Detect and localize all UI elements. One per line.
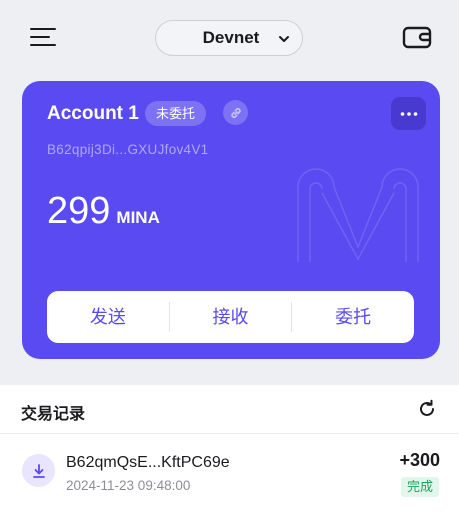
transaction-time: 2024-11-23 09:48:00: [66, 478, 191, 493]
send-button[interactable]: 发送: [47, 291, 169, 343]
transaction-address: B62qmQsE...KftPC69e: [66, 454, 230, 471]
network-select[interactable]: Devnet: [155, 20, 303, 56]
balance-unit: MINA: [116, 208, 160, 227]
receive-button[interactable]: 接收: [170, 291, 292, 343]
refresh-icon[interactable]: [417, 399, 437, 419]
hamburger-menu-icon[interactable]: [30, 26, 56, 48]
delegation-status-badge: 未委托: [145, 101, 207, 126]
balance-amount: 299: [47, 190, 111, 232]
action-bar: 发送 接收 委托: [47, 291, 414, 343]
chevron-down-icon: [279, 36, 289, 42]
balance: 299 MINA: [47, 190, 160, 233]
transaction-status-badge: 完成: [400, 477, 439, 497]
network-label: Devnet: [202, 28, 260, 47]
delegate-button[interactable]: 委托: [292, 291, 414, 343]
transaction-amount: +300: [399, 450, 440, 470]
history-title: 交易记录: [21, 406, 86, 423]
receive-download-icon: [22, 454, 55, 487]
transaction-row[interactable]: B62qmQsE...KftPC69e 2024-11-23 09:48:00 …: [0, 434, 459, 514]
account-card: Account 1 未委托 B62qpij3Di...GXUJfov4V1 29…: [22, 81, 440, 359]
wallet-icon[interactable]: [402, 25, 432, 49]
account-address[interactable]: B62qpij3Di...GXUJfov4V1: [47, 142, 208, 157]
mina-logo-watermark-icon: [297, 168, 419, 262]
account-name: Account 1: [47, 103, 139, 124]
more-dots-icon[interactable]: [391, 97, 426, 130]
link-icon[interactable]: [223, 100, 248, 125]
